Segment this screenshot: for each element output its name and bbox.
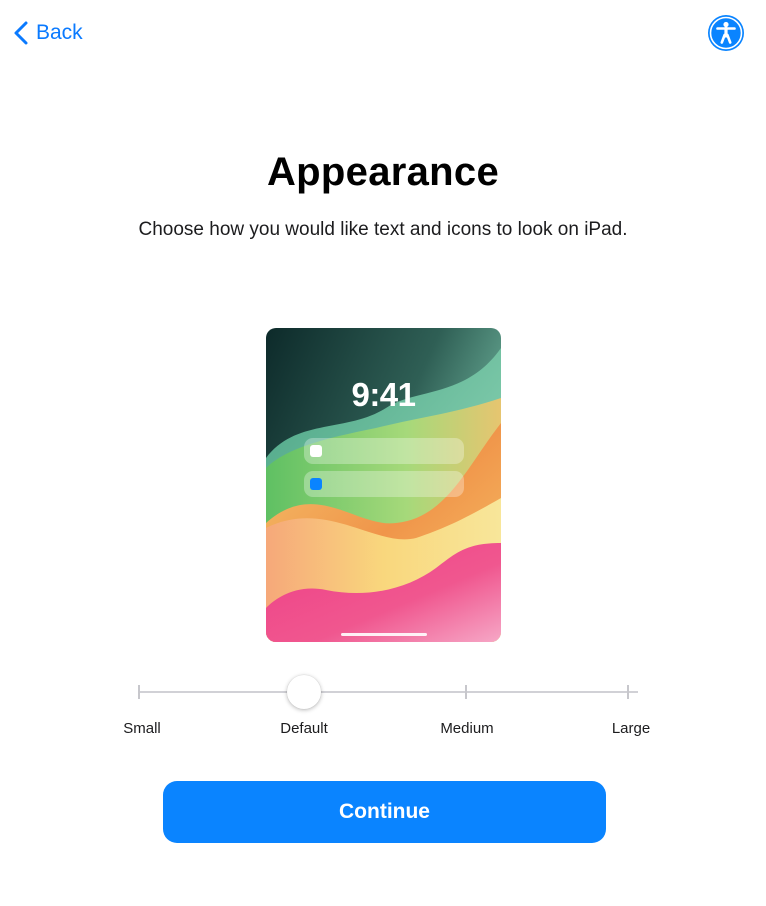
page-subtitle: Choose how you would like text and icons… [138,219,628,240]
size-option-large[interactable]: Large [581,720,681,737]
back-label: Back [36,21,83,44]
clock-time: 9:41 [351,376,416,413]
slider-tick [465,685,467,699]
notification-app-icon [310,478,322,490]
notification-app-icon [310,445,322,457]
accessibility-button[interactable] [707,14,745,52]
slider-tick [627,685,629,699]
chevron-left-icon [14,21,28,45]
slider-track[interactable] [138,691,638,693]
lock-screen-preview: 9:41 [266,328,501,642]
page-title: Appearance [267,150,499,194]
notification-card [304,471,464,497]
size-option-default[interactable]: Default [254,720,354,737]
notification-card [304,438,464,464]
accessibility-icon [708,15,744,51]
text-size-slider[interactable] [130,672,642,712]
back-button[interactable]: Back [12,18,83,48]
size-option-medium[interactable]: Medium [417,720,517,737]
continue-button[interactable]: Continue [163,781,606,843]
slider-tick [138,685,140,699]
size-option-small[interactable]: Small [92,720,192,737]
slider-thumb[interactable] [287,675,321,709]
home-indicator [341,633,427,636]
